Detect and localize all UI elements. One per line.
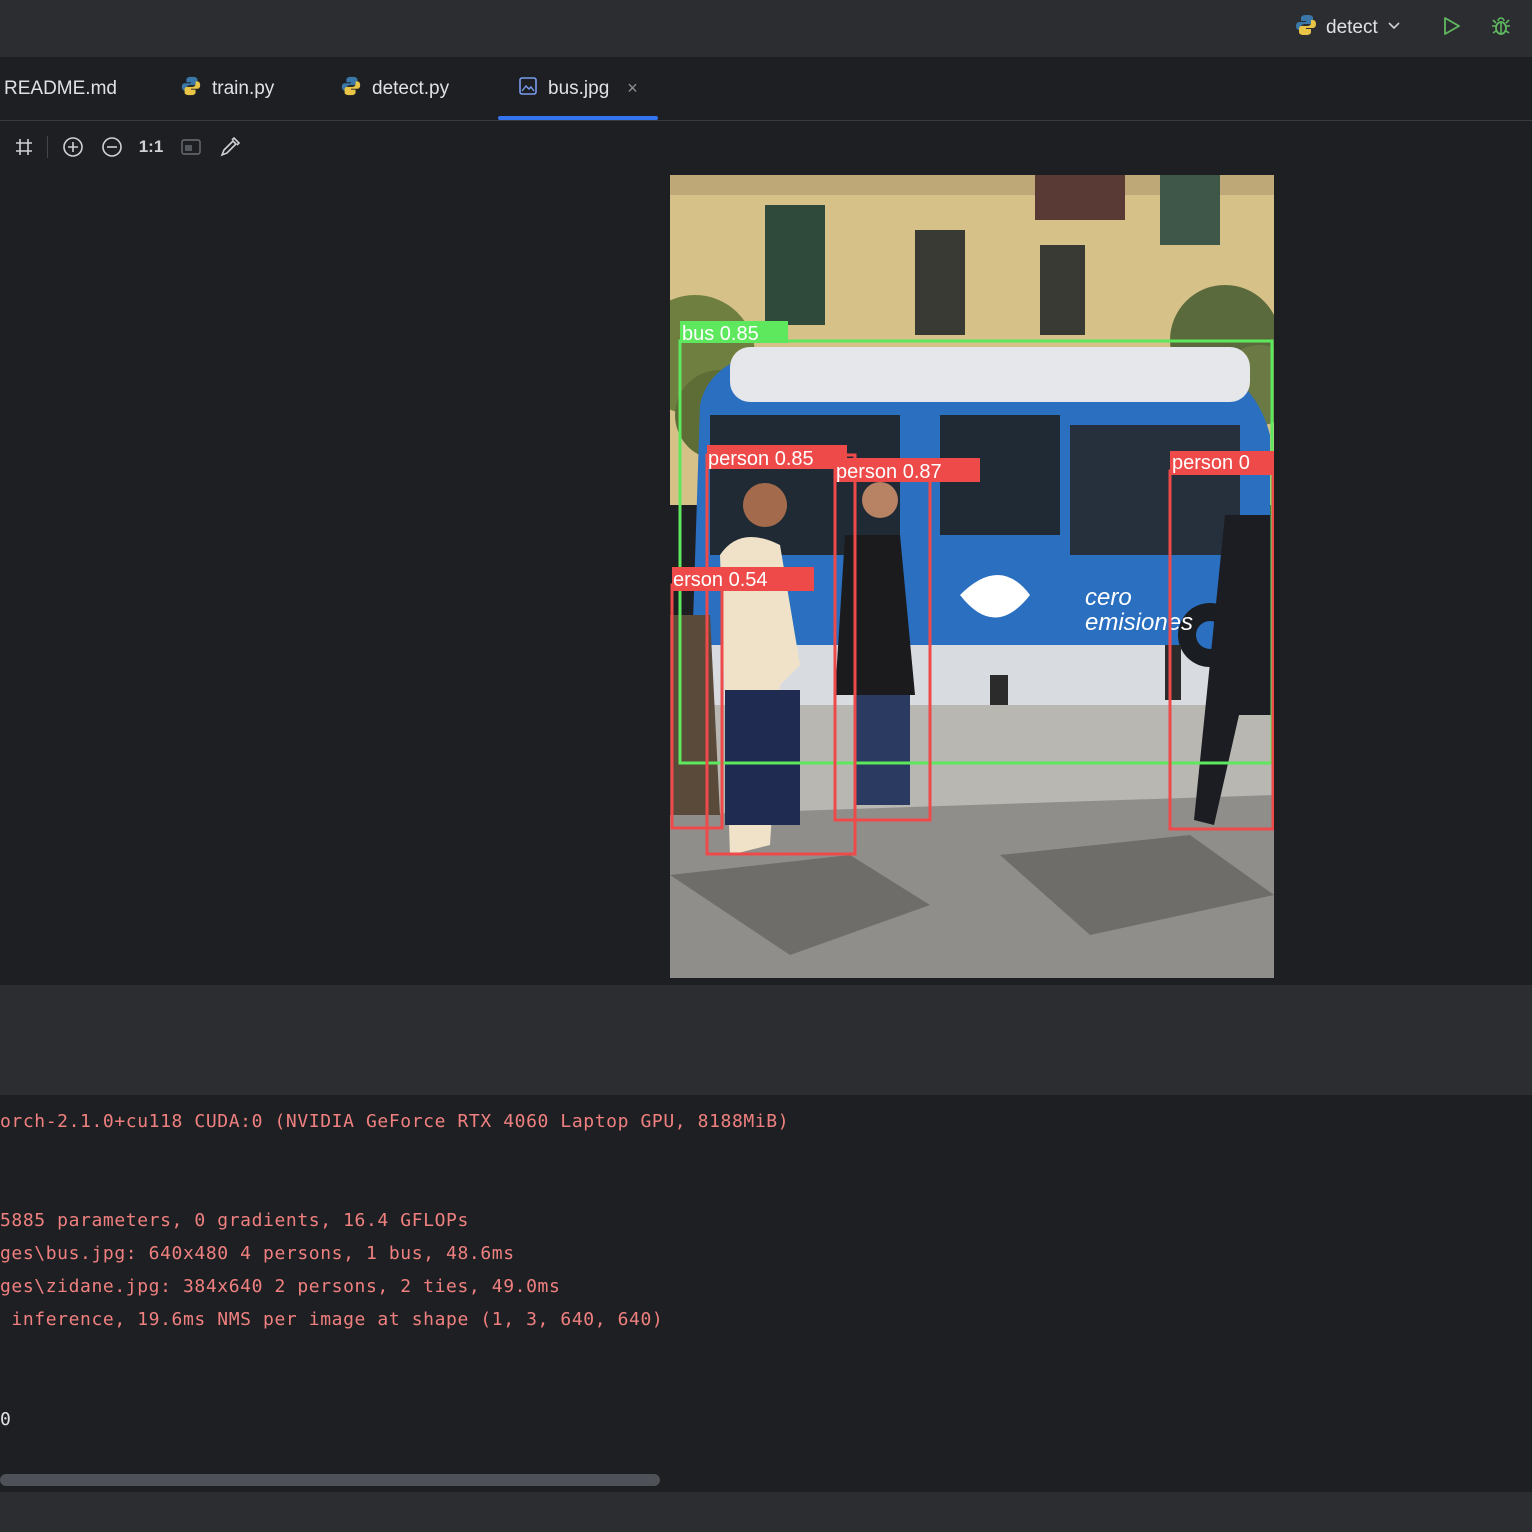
close-icon[interactable]: × [627,78,638,99]
svg-text:cero: cero [1085,584,1132,611]
chevron-down-icon [1386,17,1402,39]
python-icon [340,75,362,103]
actual-size-button[interactable]: 1:1 [136,128,166,166]
tab-bus-jpg[interactable]: bus.jpg × [498,57,658,120]
svg-text:emisiones: emisiones [1085,609,1193,636]
zoom-in-icon[interactable] [58,128,88,166]
tab-detect-py[interactable]: detect.py [340,57,449,120]
python-icon [180,75,202,103]
run-config-label: detect [1326,17,1378,38]
run-console[interactable]: orch-2.1.0+cu118 CUDA:0 (NVIDIA GeForce … [0,1097,1532,1487]
color-picker-icon[interactable] [215,128,245,166]
editor-tab-bar: README.md train.py detect.py bus.jpg × [0,57,1532,121]
image-icon [518,76,538,102]
python-icon [1294,13,1318,43]
run-config-selector[interactable]: detect [1294,14,1402,42]
tab-label: README.md [4,77,117,99]
debug-icon [1489,14,1513,43]
console-line: ges\zidane.jpg: 384x640 2 persons, 2 tie… [0,1276,561,1297]
run-icon [1440,15,1462,42]
toolbar-divider [47,136,48,158]
tab-label: detect.py [372,77,450,99]
console-line: 0 [0,1409,12,1430]
bus-image: cero emisiones bus 0.85 person 0.85 pers… [670,175,1274,978]
tab-readme[interactable]: README.md [4,57,117,120]
detection-label-person-4: person 0 [1172,452,1250,474]
grid-icon[interactable] [9,128,39,166]
status-bar [0,1492,1532,1532]
detection-label-person-2: person 0.87 [836,461,942,483]
image-viewer-toolbar: 1:1 [0,128,300,166]
tab-train-py[interactable]: train.py [180,57,274,120]
console-line: ges\bus.jpg: 640x480 4 persons, 1 bus, 4… [0,1243,515,1264]
tool-window-header [0,985,1532,1095]
debug-button[interactable] [1487,14,1515,42]
detection-label-person-1: person 0.85 [708,448,814,470]
run-button[interactable] [1437,14,1465,42]
console-line: orch-2.1.0+cu118 CUDA:0 (NVIDIA GeForce … [0,1111,790,1132]
horizontal-scrollbar[interactable] [0,1474,660,1486]
tab-label: train.py [212,77,275,99]
detection-label-person-3: erson 0.54 [673,569,768,591]
zoom-out-icon[interactable] [97,128,127,166]
fit-icon[interactable] [176,128,206,166]
console-line: 5885 parameters, 0 gradients, 16.4 GFLOP… [0,1210,469,1231]
console-line: inference, 19.6ms NMS per image at shape… [0,1309,664,1330]
tab-label: bus.jpg [548,77,610,99]
title-bar: detect [0,0,1532,57]
detection-label-bus: bus 0.85 [682,323,759,345]
